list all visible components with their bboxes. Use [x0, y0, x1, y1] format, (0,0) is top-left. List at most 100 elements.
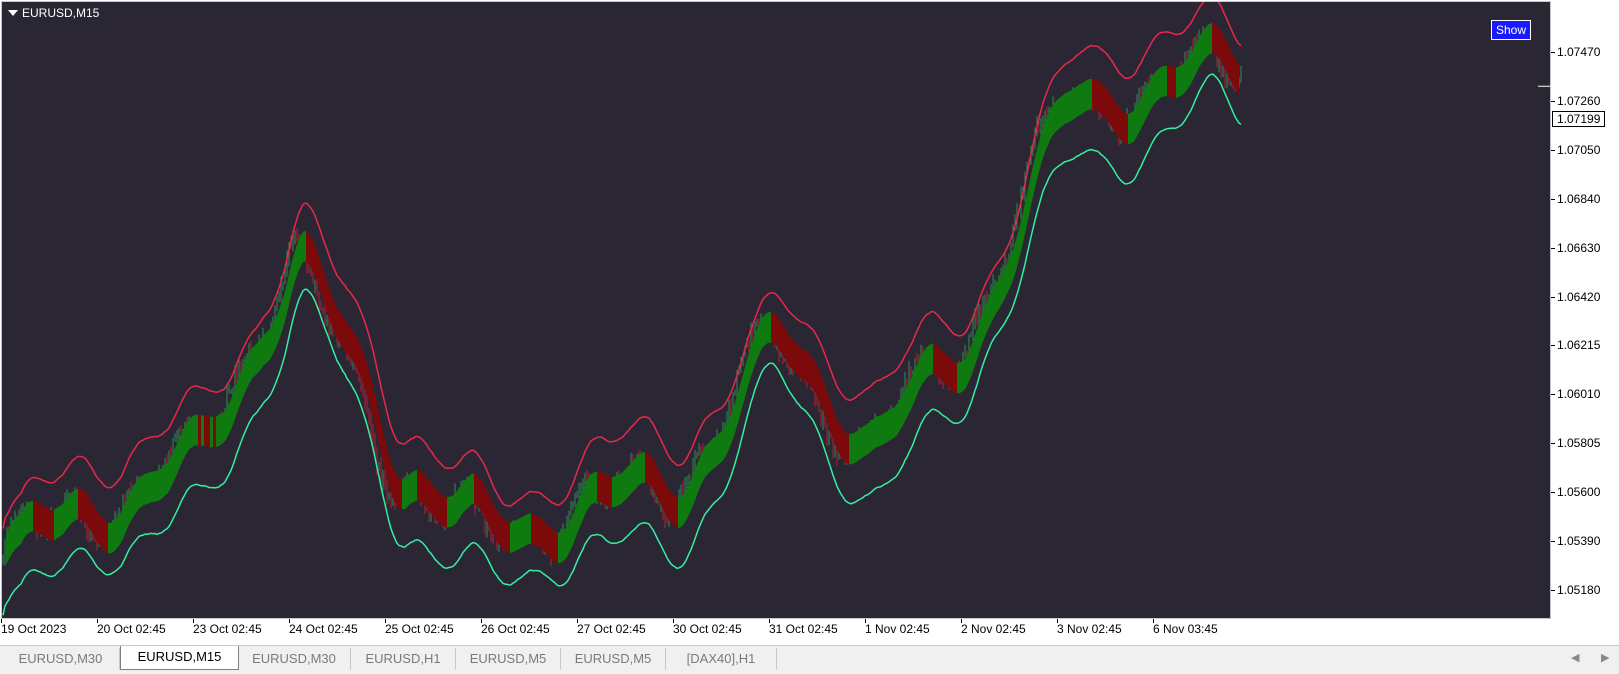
chart-tab[interactable]: EURUSD,M5 [561, 648, 666, 670]
symbol-title[interactable]: EURUSD,M15 [8, 6, 99, 20]
bull-band-segment [621, 470, 624, 505]
bull-band-segment [978, 316, 981, 357]
chart-window[interactable]: EURUSD,M15 Show 1.07470 1.07260 1.07050 1.0… [0, 0, 1619, 642]
bear-band-segment [942, 350, 945, 384]
bear-band-segment [495, 507, 498, 544]
bull-band-segment [585, 478, 588, 515]
price-label: 1.05600 [1557, 485, 1601, 500]
bull-band-segment [294, 244, 297, 285]
scroll-left-icon[interactable]: ◀ [1571, 651, 1579, 664]
scroll-right-icon[interactable]: ▶ [1601, 651, 1609, 664]
bull-band-segment [714, 435, 717, 469]
price-tick [1551, 296, 1555, 298]
bear-band-segment [531, 513, 534, 546]
price-tick [1551, 345, 1555, 347]
bull-band-segment [135, 478, 138, 515]
bear-band-segment [669, 489, 672, 525]
bear-band-segment [828, 393, 831, 434]
chart-tab[interactable]: EURUSD,M30 [2, 648, 120, 670]
bull-band-segment [591, 472, 594, 505]
bear-band-segment [1107, 88, 1110, 125]
bear-band-segment [936, 344, 939, 378]
bull-band-segment [411, 471, 414, 504]
bull-band-segment [462, 479, 465, 515]
bear-band-segment [441, 493, 444, 527]
bear-band-segment [33, 500, 36, 532]
bull-band-segment [21, 507, 24, 545]
bear-band-segment [783, 324, 786, 361]
bear-band-segment [795, 341, 798, 376]
time-label: 2 Nov 02:45 [961, 622, 1026, 636]
bull-band-segment [732, 402, 735, 442]
bear-band-segment [420, 470, 423, 504]
show-button[interactable]: Show [1491, 20, 1532, 40]
bull-band-segment [723, 425, 726, 461]
bull-band-segment [762, 314, 765, 349]
chart-tab[interactable]: EURUSD,M5 [456, 648, 561, 670]
chart-plot-area[interactable]: EURUSD,M15 Show [1, 1, 1551, 619]
bull-band-segment [909, 376, 912, 414]
bear-band-segment [324, 272, 327, 312]
bull-band-segment [1065, 91, 1068, 124]
bull-band-segment [414, 469, 417, 502]
bull-band-segment [1161, 65, 1164, 98]
bear-band-segment [345, 319, 348, 355]
price-tick [1551, 492, 1555, 494]
bull-band-segment [879, 414, 882, 447]
bull-band-segment [141, 474, 144, 508]
chart-tab[interactable]: EURUSD,H1 [351, 648, 456, 670]
bull-band-segment [240, 366, 243, 405]
bear-band-segment [84, 490, 87, 525]
bull-band-segment [1089, 78, 1092, 110]
dropdown-triangle-icon[interactable] [8, 10, 18, 16]
bear-band-segment [1113, 97, 1116, 134]
bear-band-segment [1224, 36, 1227, 74]
bull-band-segment [150, 471, 153, 503]
bear-band-segment [1122, 111, 1125, 145]
bear-band-segment [606, 474, 609, 508]
bull-band-segment [681, 493, 684, 528]
bear-band-segment [846, 432, 849, 465]
bear-band-segment [306, 230, 309, 265]
price-chart[interactable] [2, 2, 1550, 618]
bear-band-segment [342, 315, 345, 350]
bear-band-segment [660, 472, 663, 509]
bear-band-segment [666, 484, 669, 521]
bull-band-segment [63, 499, 66, 535]
bear-band-segment [78, 488, 81, 520]
bull-band-segment [402, 478, 405, 510]
bull-band-segment [120, 508, 123, 545]
bull-band-segment [1059, 96, 1062, 129]
bear-band-segment [336, 305, 339, 342]
bull-band-segment [66, 495, 69, 531]
bull-band-segment [963, 357, 966, 392]
bear-band-segment [504, 519, 507, 552]
time-label: 24 Oct 02:45 [289, 622, 358, 636]
bear-band-segment [498, 512, 501, 548]
price-tick [1551, 100, 1555, 102]
bull-band-segment [705, 443, 708, 478]
bear-band-segment [393, 467, 396, 505]
bull-band-segment [738, 381, 741, 424]
bear-band-segment [1227, 42, 1230, 80]
price-tick [1551, 541, 1555, 542]
bear-band-segment [945, 353, 948, 387]
bear-band-segment [39, 503, 42, 536]
bull-band-segment [873, 416, 876, 450]
bull-band-segment [1026, 184, 1029, 230]
bear-band-segment [1092, 78, 1095, 111]
bear-band-segment [657, 466, 660, 504]
chart-tab[interactable]: EURUSD,M30 [238, 648, 351, 670]
bull-band-segment [1014, 236, 1017, 277]
chart-tab[interactable]: EURUSD,M15 [120, 646, 239, 670]
bull-band-segment [1164, 65, 1167, 97]
bull-band-segment [570, 514, 573, 552]
bull-band-segment [453, 492, 456, 526]
bear-band-segment [1104, 85, 1107, 120]
bull-band-segment [219, 413, 222, 447]
bull-band-segment [183, 423, 186, 461]
time-label: 31 Oct 02:45 [769, 622, 838, 636]
chart-tab[interactable]: [DAX40],H1 [666, 648, 777, 670]
bull-band-segment [972, 334, 975, 375]
bull-band-segment [876, 415, 879, 448]
